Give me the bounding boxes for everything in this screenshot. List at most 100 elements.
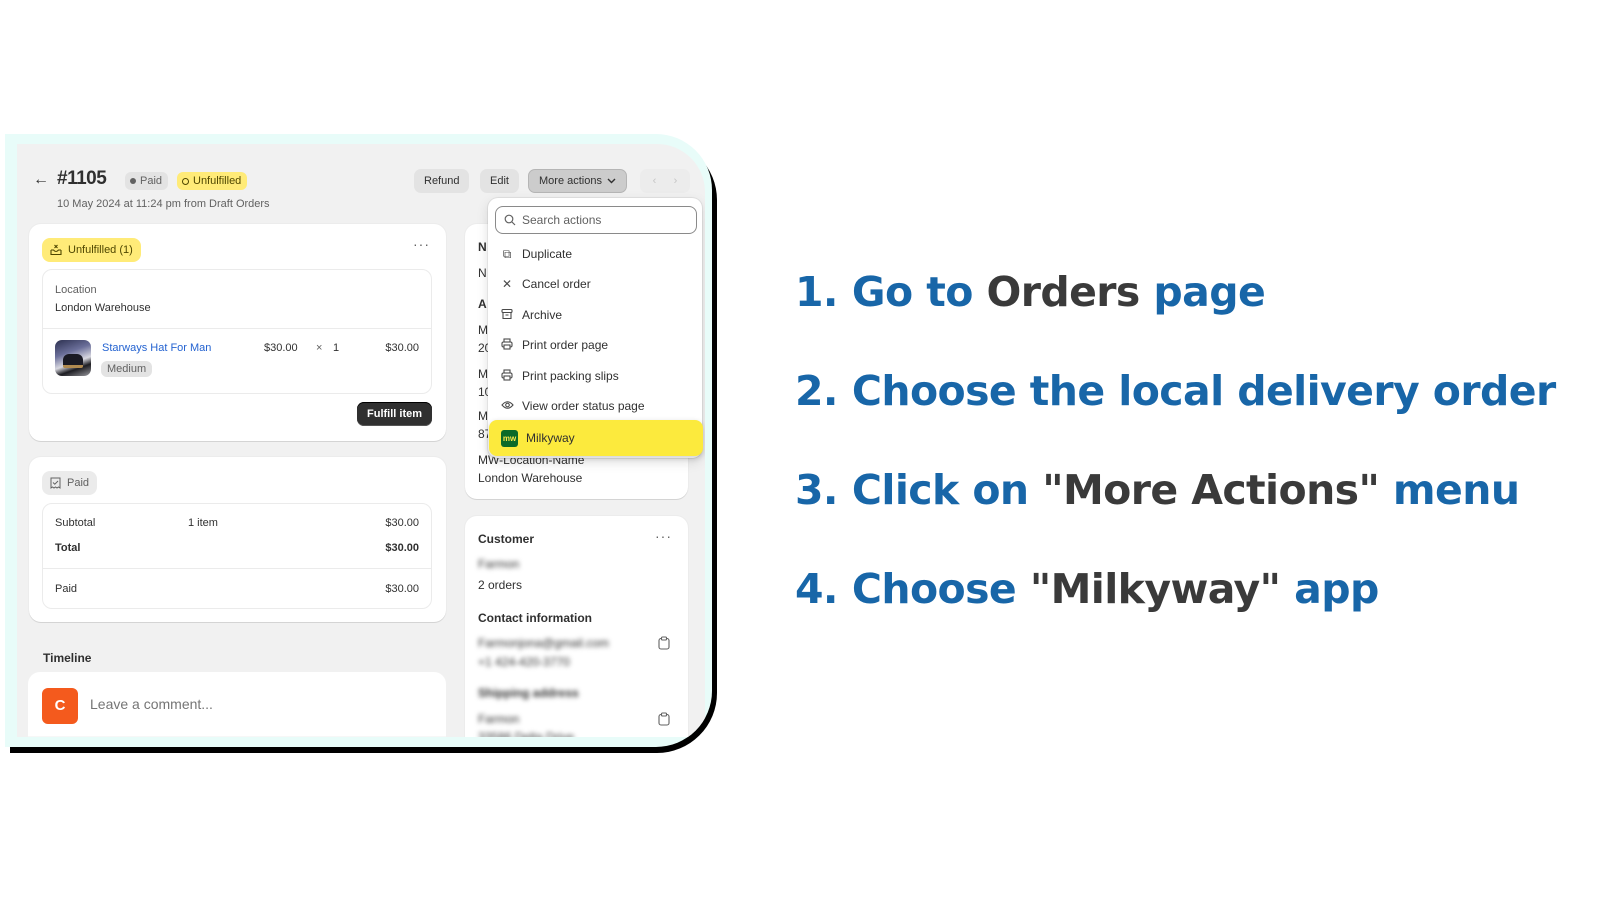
menu-item-print-packing-slips[interactable]: Print packing slips xyxy=(488,361,702,391)
more-actions-label: More actions xyxy=(539,175,602,187)
comment-input[interactable] xyxy=(90,696,420,712)
attributes-title-partial: A xyxy=(478,297,487,311)
fulfill-item-button[interactable]: Fulfill item xyxy=(357,402,432,426)
payment-status-badge: Paid xyxy=(125,172,169,190)
divider xyxy=(43,568,431,569)
step-text: Choose xyxy=(851,565,1030,613)
unit-price: $30.00 xyxy=(264,342,298,354)
more-options-icon[interactable]: ··· xyxy=(413,236,430,252)
milkyway-app-icon: mw xyxy=(501,429,518,447)
step-text: Choose the local delivery order xyxy=(851,367,1556,415)
shipping-name: Farmon xyxy=(478,712,520,726)
clipboard-icon[interactable] xyxy=(658,636,670,650)
next-order-button[interactable]: › xyxy=(674,169,678,193)
menu-item-archive[interactable]: Archive xyxy=(488,300,702,330)
previous-order-button[interactable]: ‹ xyxy=(653,169,657,193)
contact-info-title: Contact information xyxy=(478,611,592,625)
ring-icon xyxy=(182,177,189,185)
back-arrow-icon[interactable]: ← xyxy=(33,171,49,189)
paid-row: Paid $30.00 xyxy=(55,583,419,595)
payment-status-label: Paid xyxy=(140,175,163,187)
step-text: page xyxy=(1139,268,1266,316)
menu-item-label: Duplicate xyxy=(522,247,573,261)
attribute-partial: M xyxy=(478,367,488,381)
variant-badge: Medium xyxy=(101,361,153,377)
menu-item-label: Milkyway xyxy=(526,431,575,445)
customer-name-link[interactable]: Farmon xyxy=(478,557,519,571)
customer-email[interactable]: Farmonjona@gmail.com xyxy=(478,636,609,650)
step-text: app xyxy=(1280,565,1379,613)
menu-item-label: Archive xyxy=(522,308,563,322)
product-thumbnail[interactable] xyxy=(55,340,91,376)
more-options-icon[interactable]: ··· xyxy=(655,528,672,544)
step-number: 4. xyxy=(795,565,839,613)
paid-status-label: Paid xyxy=(67,477,90,489)
menu-item-print-order-page[interactable]: Print order page xyxy=(488,330,702,360)
comment-toolbar xyxy=(28,736,446,737)
multiply-sign: × xyxy=(316,342,323,354)
step-text: menu xyxy=(1379,466,1520,514)
menu-item-label: View order status page xyxy=(522,399,645,413)
instruction-step: 3. Click on "More Actions" menu xyxy=(795,466,1520,514)
unfulfilled-status-pill: Unfulfilled (1) xyxy=(42,238,141,262)
order-meta: 10 May 2024 at 11:24 pm from Draft Order… xyxy=(57,198,270,210)
order-detail-screen: ← #1105 Paid Unfulfilled 10 May 2024 at … xyxy=(17,144,705,737)
fulfillment-status-label: Unfulfilled xyxy=(193,175,242,187)
comment-box: C xyxy=(28,672,446,737)
unfulfilled-status-label: Unfulfilled (1) xyxy=(68,244,133,256)
receipt-check-icon xyxy=(50,477,61,489)
order-pagination: ‹ › xyxy=(640,169,690,193)
location-value: London Warehouse xyxy=(55,302,151,314)
hat-image xyxy=(63,354,83,368)
dot-icon xyxy=(130,178,136,184)
timeline-title: Timeline xyxy=(43,651,92,665)
instruction-step: 2. Choose the local delivery order xyxy=(795,367,1556,415)
step-text-highlight: Orders xyxy=(986,268,1140,316)
menu-item-cancel-order[interactable]: ✕ Cancel order xyxy=(488,269,702,299)
fulfillment-details: Location London Warehouse Starways Hat F… xyxy=(42,269,432,394)
subtotal-value: $30.00 xyxy=(385,517,419,529)
unfulfilled-box-icon xyxy=(50,244,62,256)
payment-card: Paid Subtotal 1 item $30.00 Total $30.00… xyxy=(29,457,446,622)
eye-icon xyxy=(500,399,514,413)
order-number: #1105 xyxy=(57,168,107,189)
shipping-line: 33586 Delta Drive xyxy=(478,730,575,737)
customer-orders-link[interactable]: 2 orders xyxy=(478,578,522,592)
attribute-partial: M xyxy=(478,409,488,423)
clipboard-icon[interactable] xyxy=(658,712,670,726)
subtotal-label: Subtotal xyxy=(55,517,96,529)
customer-title: Customer xyxy=(478,532,535,546)
more-actions-dropdown: ⧉ Duplicate ✕ Cancel order Archive Print… xyxy=(488,198,703,458)
archive-icon xyxy=(500,308,514,323)
refund-button[interactable]: Refund xyxy=(414,169,470,193)
instruction-step: 1. Go to Orders page xyxy=(795,268,1266,316)
search-actions-field[interactable] xyxy=(495,206,697,234)
more-actions-button[interactable]: More actions xyxy=(528,169,627,193)
unfulfilled-card: Unfulfilled (1) ··· Location London Ware… xyxy=(29,224,446,441)
menu-item-label: Print order page xyxy=(522,338,609,352)
subtotal-items: 1 item xyxy=(188,517,218,529)
paid-status-pill: Paid xyxy=(42,471,98,495)
product-name-link[interactable]: Starways Hat For Man xyxy=(102,342,211,354)
subtotal-row: Subtotal 1 item $30.00 xyxy=(55,517,419,529)
chevron-down-icon xyxy=(607,178,616,184)
step-number: 3. xyxy=(795,466,839,514)
menu-item-milkyway[interactable]: mw Milkyway xyxy=(489,420,703,456)
search-actions-input[interactable] xyxy=(522,213,682,227)
close-icon: ✕ xyxy=(501,277,513,291)
total-row: Total $30.00 xyxy=(55,542,419,554)
menu-item-duplicate[interactable]: ⧉ Duplicate xyxy=(488,239,702,269)
total-value: $30.00 xyxy=(385,542,419,554)
menu-item-view-order-status[interactable]: View order status page xyxy=(488,391,702,421)
printer-icon xyxy=(500,337,514,353)
edit-button[interactable]: Edit xyxy=(480,169,519,193)
step-number: 2. xyxy=(795,367,839,415)
fulfillment-status-badge: Unfulfilled xyxy=(177,172,248,190)
duplicate-icon: ⧉ xyxy=(502,246,512,261)
step-text: Click on xyxy=(851,466,1043,514)
step-text-highlight: "Milkyway" xyxy=(1029,565,1281,613)
step-text-highlight: "More Actions" xyxy=(1042,466,1380,514)
step-text: Go to xyxy=(851,268,987,316)
attribute-value: London Warehouse xyxy=(478,471,583,485)
line-item: Starways Hat For Man Medium $30.00 × 1 $… xyxy=(43,328,431,394)
